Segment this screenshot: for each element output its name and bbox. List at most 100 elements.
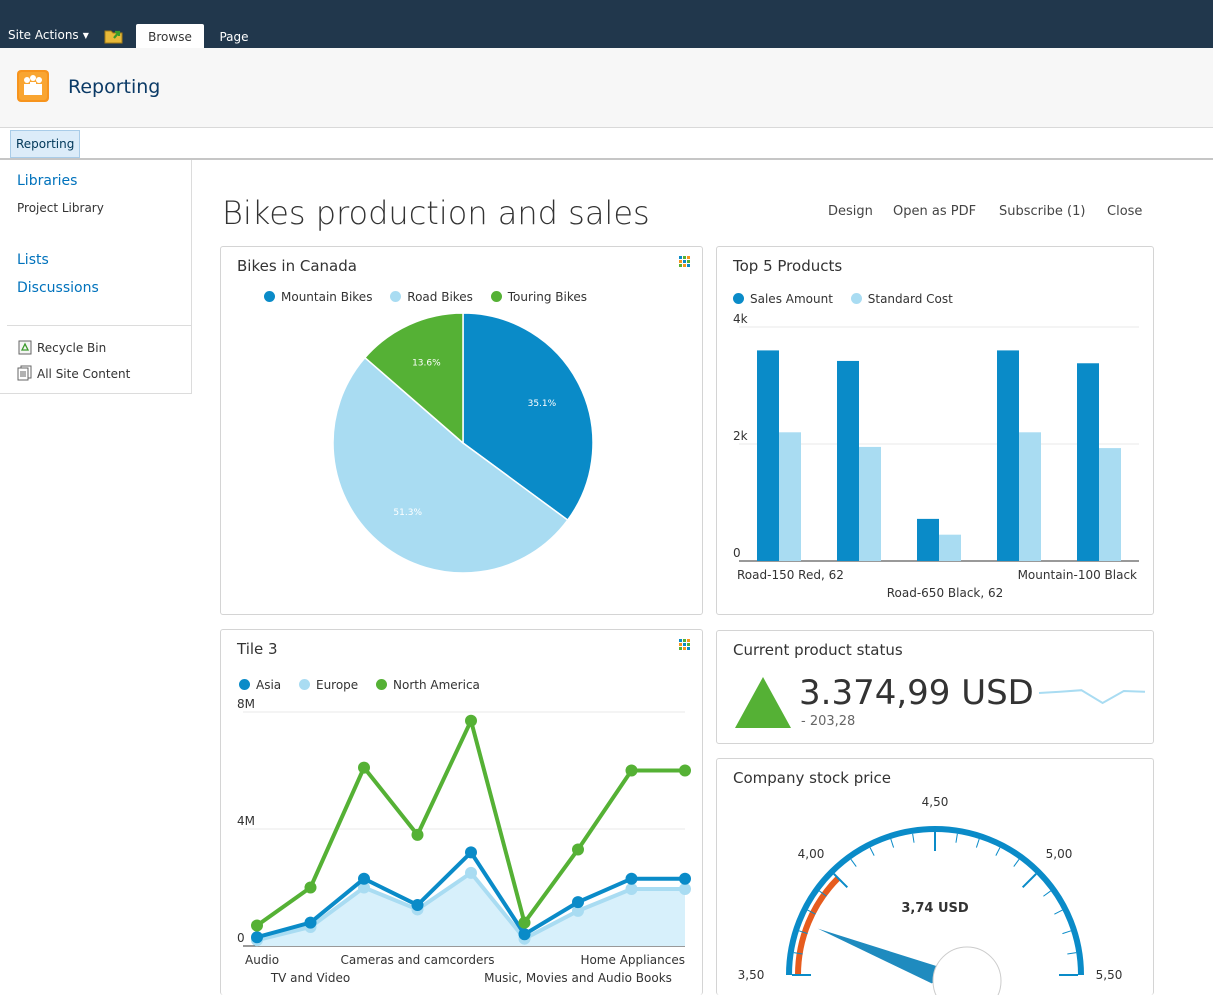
- recycle-bin-label: Recycle Bin: [37, 341, 107, 355]
- sparkline-path: [1038, 689, 1146, 705]
- recycle-bin-icon: [18, 340, 32, 355]
- x-tick-label: Cameras and camcorders: [340, 953, 494, 967]
- design-link[interactable]: Design: [828, 204, 873, 219]
- gauge-tick: [975, 838, 980, 848]
- bar: [1077, 363, 1099, 561]
- tile-company-stock-price: Company stock price 3,50 4,00 4,50 5,00 5,50…: [716, 758, 1154, 995]
- data-point: [465, 714, 477, 727]
- tab-page-label: Page: [219, 30, 249, 44]
- y-tick-label: 0: [237, 931, 245, 945]
- gauge-tick-label: 4,50: [922, 795, 949, 809]
- subscribe-link[interactable]: Subscribe (1): [999, 204, 1085, 219]
- ribbon-bar: Site Actions ▼ Browse Page: [0, 0, 1213, 48]
- gauge-tick: [1054, 909, 1063, 915]
- gauge-hub: [932, 946, 1002, 995]
- gauge-tick: [912, 833, 915, 843]
- gauge-tick: [995, 847, 1001, 856]
- data-point: [304, 916, 317, 929]
- y-tick-label: 8M: [237, 697, 255, 711]
- quicklaunch-project-library[interactable]: Project Library: [17, 201, 104, 215]
- gauge-chart: 3,50 4,00 4,50 5,00 5,50 3,74 USD: [738, 795, 1123, 995]
- tile-3: Tile 3 Asia Europe North America 0 4M 8M Au…: [220, 629, 703, 995]
- kpi-delta: - 203,28: [801, 714, 856, 729]
- quicklaunch-libraries[interactable]: Libraries: [17, 173, 77, 189]
- tile-current-product-status: Current product status 3.374,99 USD - 20…: [716, 630, 1154, 744]
- gauge-tick: [1013, 859, 1020, 867]
- gauge-tick: [850, 859, 857, 867]
- slice-label: 51.3%: [393, 508, 422, 518]
- gauge-tick: [1062, 930, 1072, 935]
- gauge-needle: [817, 928, 943, 984]
- y-tick-label: 4M: [237, 814, 255, 828]
- topnav-item-reporting[interactable]: Reporting: [10, 130, 81, 158]
- gauge-value-label: 3,74 USD: [901, 901, 969, 916]
- bar: [757, 350, 779, 561]
- gauge-range-red: [795, 876, 841, 976]
- slice-label: 35.1%: [528, 399, 557, 409]
- data-point: [518, 916, 531, 929]
- line-chart: 0 4M 8M Audio TV and Video Cameras and camcor…: [237, 697, 691, 985]
- tile-title: Current product status: [733, 641, 903, 659]
- x-tick-label: Audio: [245, 953, 279, 967]
- tab-browse[interactable]: Browse: [136, 24, 204, 48]
- tile-bikes-in-canada: Bikes in Canada Mountain Bikes Road Bike…: [220, 246, 703, 615]
- gauge-tick: [869, 847, 875, 856]
- data-point: [625, 872, 638, 885]
- data-point: [572, 843, 584, 856]
- navigate-up-icon[interactable]: [104, 26, 124, 44]
- quicklaunch-recycle-bin[interactable]: Recycle Bin: [17, 339, 106, 355]
- open-as-pdf-link[interactable]: Open as PDF: [893, 204, 976, 219]
- bar: [1099, 448, 1121, 561]
- site-title[interactable]: Reporting: [68, 76, 160, 98]
- data-point: [679, 764, 691, 777]
- data-point: [625, 764, 638, 777]
- gauge-tick: [1067, 952, 1077, 955]
- quicklaunch-all-site-content[interactable]: All Site Content: [17, 365, 130, 381]
- bar-chart: 0 2k 4k Road-150 Red, 62 Road-650 Black, 62 M…: [733, 312, 1139, 600]
- bar: [779, 432, 801, 561]
- slice-label: 13.6%: [412, 359, 441, 369]
- gauge-tick: [890, 838, 895, 848]
- site-actions-label: Site Actions: [8, 28, 79, 42]
- gauge-tick: [955, 833, 958, 843]
- gauge-tick-label: 5,00: [1046, 847, 1073, 861]
- trend-up-icon: [735, 677, 791, 728]
- gauge-tick: [1021, 873, 1037, 889]
- all-site-content-label: All Site Content: [37, 367, 131, 381]
- site-actions-menu[interactable]: Site Actions ▼: [8, 28, 89, 42]
- bar: [939, 534, 961, 561]
- data-point: [572, 896, 584, 909]
- data-point: [679, 872, 691, 885]
- data-point: [358, 761, 370, 774]
- kpi-value: 3.374,99 USD: [799, 673, 1034, 713]
- bar: [859, 446, 881, 561]
- data-point: [358, 872, 370, 885]
- chevron-down-icon: ▼: [82, 31, 89, 40]
- y-tick-label: 0: [733, 546, 741, 560]
- y-tick-label: 2k: [733, 429, 748, 443]
- quicklaunch-discussions[interactable]: Discussions: [17, 280, 99, 296]
- quicklaunch-lists[interactable]: Lists: [17, 252, 49, 268]
- bar: [1019, 432, 1041, 561]
- bar: [917, 518, 939, 561]
- bar: [837, 360, 859, 561]
- x-tick-label: Road-150 Red, 62: [737, 568, 844, 582]
- gauge-tick: [1043, 890, 1051, 897]
- data-point: [304, 881, 317, 894]
- data-point: [411, 899, 424, 912]
- tab-page[interactable]: Page: [210, 24, 258, 48]
- pie-chart: 35.1% 51.3% 13.6%: [332, 312, 594, 574]
- close-link[interactable]: Close: [1107, 204, 1142, 219]
- gauge-tick-label: 4,00: [798, 847, 825, 861]
- gauge-tick-label: 5,50: [1096, 968, 1123, 982]
- site-content-icon: [17, 365, 32, 381]
- data-point: [625, 882, 638, 895]
- site-logo-icon[interactable]: [17, 70, 49, 102]
- gauge-tick-label: 3,50: [738, 968, 765, 982]
- x-tick-label: Road-650 Black, 62: [887, 586, 1004, 600]
- data-point: [411, 828, 424, 841]
- x-tick-label: Home Appliances: [580, 953, 685, 967]
- data-point: [518, 928, 531, 941]
- data-point: [251, 919, 263, 932]
- y-tick-label: 4k: [733, 312, 748, 326]
